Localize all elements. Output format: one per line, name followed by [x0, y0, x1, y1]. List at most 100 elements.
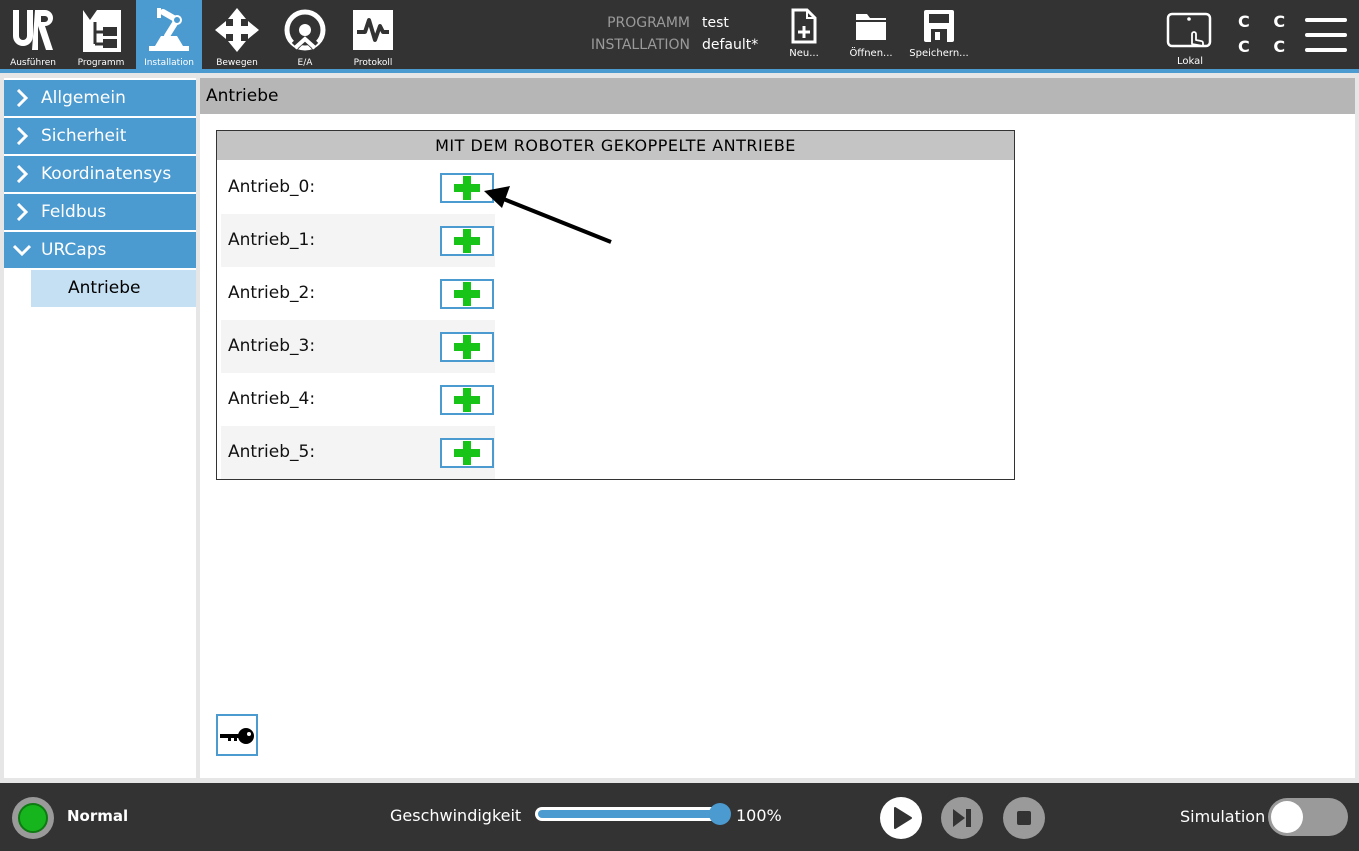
- local-mode-label: Lokal: [1176, 56, 1204, 67]
- drive-row-1: Antrieb_1:: [221, 214, 495, 267]
- cc-indicator-row2: C C: [1238, 37, 1295, 56]
- move-arrows-icon: [215, 8, 259, 52]
- play-button[interactable]: [880, 797, 922, 839]
- installation-sidebar: Allgemein Sicherheit Koordinatensys Feld…: [4, 78, 196, 778]
- drive-label: Antrieb_5:: [228, 442, 316, 462]
- add-drive-5-button[interactable]: [440, 438, 494, 468]
- plus-icon: [454, 441, 480, 465]
- key-icon: [220, 728, 254, 744]
- plus-icon: [454, 176, 480, 200]
- drive-label: Antrieb_0:: [228, 177, 316, 197]
- add-drive-2-button[interactable]: [440, 279, 494, 309]
- drive-row-4: Antrieb_4:: [221, 373, 495, 426]
- drive-row-0: Antrieb_0:: [221, 161, 495, 214]
- key-button[interactable]: [216, 714, 258, 756]
- save-file-button[interactable]: Speichern...: [906, 0, 972, 70]
- plus-icon: [454, 335, 480, 359]
- installation-name: default*: [702, 37, 759, 53]
- simulation-label: Simulation: [1180, 807, 1266, 826]
- sidebar-item-urcaps[interactable]: URCaps: [4, 232, 196, 268]
- nav-run-label: Ausführen: [10, 58, 56, 68]
- top-bar-accent: [0, 69, 1359, 73]
- drive-row-2: Antrieb_2:: [221, 267, 495, 320]
- open-file-button[interactable]: Öffnen...: [846, 0, 896, 70]
- drive-row-5: Antrieb_5:: [221, 426, 495, 479]
- page-title: Antriebe: [200, 78, 1355, 114]
- nav-io-label: E/A: [297, 58, 313, 68]
- speed-slider-fill: [538, 810, 720, 818]
- step-forward-icon: [953, 809, 971, 827]
- ur-logo-icon: [13, 10, 53, 50]
- new-file-button[interactable]: Neu...: [780, 0, 828, 70]
- play-icon: [894, 807, 912, 829]
- speed-slider-knob[interactable]: [709, 803, 731, 825]
- nav-installation-label: Installation: [144, 58, 194, 68]
- status-led-icon[interactable]: [12, 797, 54, 839]
- program-info-values: test default*: [702, 12, 782, 56]
- nav-run-button[interactable]: Ausführen: [0, 0, 66, 70]
- sidebar-item-general[interactable]: Allgemein: [4, 80, 196, 116]
- hamburger-menu-icon: [1305, 18, 1347, 52]
- drive-row-3: Antrieb_3:: [221, 320, 495, 373]
- simulation-toggle[interactable]: [1268, 798, 1348, 836]
- folder-icon: [856, 14, 886, 40]
- hamburger-menu-button[interactable]: [1305, 18, 1347, 52]
- nav-io-button[interactable]: E/A: [272, 0, 338, 70]
- drive-label: Antrieb_2:: [228, 283, 316, 303]
- speed-slider[interactable]: [535, 807, 723, 821]
- drives-panel-title: MIT DEM ROBOTER GEKOPPELTE ANTRIEBE: [217, 131, 1014, 160]
- stop-icon: [1017, 811, 1031, 825]
- new-file-icon: [791, 8, 817, 44]
- local-mode-button[interactable]: Lokal: [1162, 0, 1218, 70]
- new-file-label: Neu...: [789, 48, 819, 59]
- program-name: test: [702, 15, 729, 31]
- robot-status-text: Normal: [67, 807, 129, 825]
- io-icon: [284, 9, 326, 51]
- sidebar-item-label: Koordinatensys: [41, 164, 172, 184]
- bottom-bar: Normal Geschwindigkeit 100% Simulation: [0, 783, 1359, 851]
- program-key: PROGRAMM: [607, 15, 690, 31]
- nav-log-button[interactable]: Protokoll: [340, 0, 406, 70]
- save-file-label: Speichern...: [909, 48, 969, 59]
- chevron-right-icon: [16, 127, 29, 145]
- chevron-down-icon: [13, 244, 31, 257]
- sidebar-item-label: Feldbus: [41, 202, 107, 222]
- sidebar-item-label: Sicherheit: [41, 126, 127, 146]
- program-tree-icon: [83, 10, 121, 52]
- step-button[interactable]: [941, 797, 983, 839]
- sidebar-item-safety[interactable]: Sicherheit: [4, 118, 196, 154]
- chevron-right-icon: [16, 203, 29, 221]
- add-drive-4-button[interactable]: [440, 385, 494, 415]
- drive-label: Antrieb_3:: [228, 336, 316, 356]
- teach-pendant-icon: [1166, 12, 1212, 48]
- add-drive-3-button[interactable]: [440, 332, 494, 362]
- nav-log-label: Protokoll: [353, 58, 393, 68]
- plus-icon: [454, 229, 480, 253]
- top-bar: Ausführen Programm Installation Bewegen: [0, 0, 1359, 70]
- installation-key: INSTALLATION: [590, 37, 690, 53]
- sidebar-item-fieldbus[interactable]: Feldbus: [4, 194, 196, 230]
- sidebar-item-label: URCaps: [41, 240, 107, 260]
- nav-move-label: Bewegen: [216, 58, 258, 68]
- main-content: Antriebe MIT DEM ROBOTER GEKOPPELTE ANTR…: [200, 78, 1355, 778]
- plus-icon: [454, 388, 480, 412]
- simulation-toggle-knob: [1271, 801, 1303, 833]
- open-file-label: Öffnen...: [849, 48, 893, 59]
- nav-installation-button[interactable]: Installation: [136, 0, 202, 70]
- chevron-right-icon: [16, 165, 29, 183]
- drive-label: Antrieb_4:: [228, 389, 316, 409]
- nav-program-label: Programm: [77, 58, 125, 68]
- drive-label: Antrieb_1:: [228, 230, 316, 250]
- annotation-arrow-icon: [484, 186, 612, 244]
- sidebar-item-label: Allgemein: [41, 88, 126, 108]
- plus-icon: [454, 282, 480, 306]
- save-disk-icon: [924, 10, 954, 42]
- cc-indicator-row1: C C: [1238, 12, 1295, 31]
- chevron-right-icon: [16, 89, 29, 107]
- robot-arm-icon: [149, 8, 189, 51]
- sidebar-item-coordinates[interactable]: Koordinatensys: [4, 156, 196, 192]
- sidebar-subitem-drives[interactable]: Antriebe: [31, 270, 196, 307]
- nav-program-button[interactable]: Programm: [68, 0, 134, 70]
- stop-button[interactable]: [1003, 797, 1045, 839]
- nav-move-button[interactable]: Bewegen: [204, 0, 270, 70]
